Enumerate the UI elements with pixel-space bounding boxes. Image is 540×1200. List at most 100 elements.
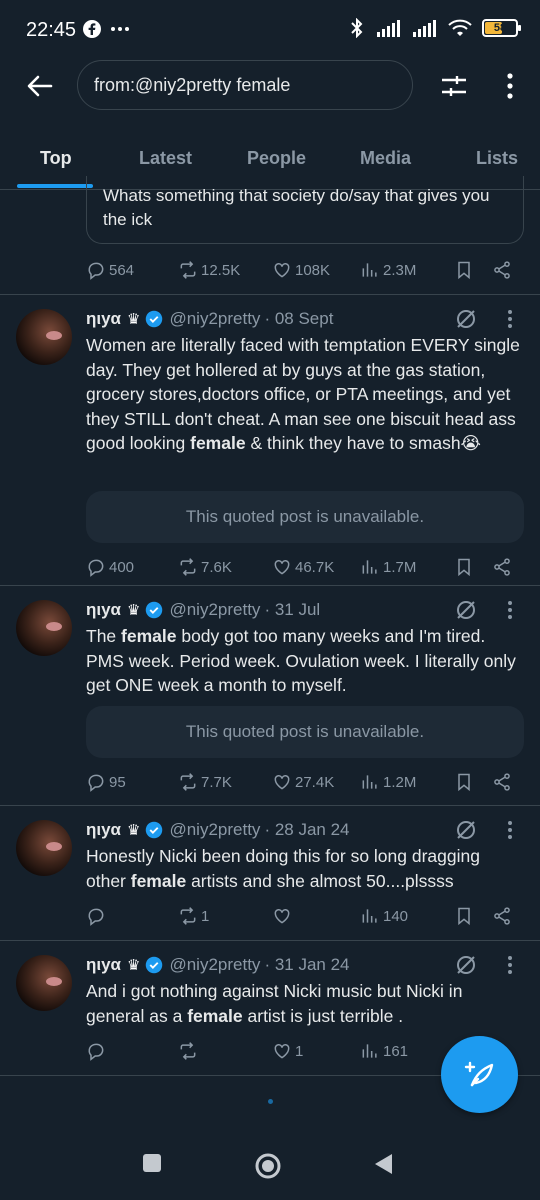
tweet[interactable]: ηιyα ♛ @niy2pretty · 31 Jul The female b… (0, 586, 540, 806)
tab-media[interactable]: Media (360, 148, 411, 169)
search-input[interactable]: from:@niy2pretty female (77, 60, 413, 110)
display-name[interactable]: ηιyα (86, 309, 121, 329)
quoted-post[interactable]: Whats something that society do/say that… (86, 176, 524, 244)
view-count: 161 (383, 1042, 409, 1060)
tab-top[interactable]: Top (40, 148, 72, 169)
search-filter-button[interactable] (434, 66, 474, 106)
compose-feather-icon (464, 1061, 493, 1086)
battery-icon: 58 (482, 19, 521, 37)
repost-icon (180, 907, 196, 925)
repost-button[interactable] (178, 1041, 201, 1061)
views-chart-icon (362, 560, 377, 574)
tweet-actions: 564 12.5K 108K 2.3M (86, 258, 524, 282)
like-button[interactable]: 108K (272, 260, 330, 280)
views-button[interactable]: 1.2M (360, 772, 416, 792)
like-button[interactable]: 46.7K (272, 557, 334, 577)
heart-icon (274, 262, 290, 278)
tab-latest[interactable]: Latest (139, 148, 192, 169)
signal-icon (377, 20, 400, 37)
repost-icon (180, 773, 196, 791)
post-date[interactable]: · 31 Jul (264, 600, 320, 620)
repost-count: 12.5K (201, 261, 241, 279)
tweet-more-icon[interactable] (502, 818, 518, 842)
like-button[interactable] (272, 906, 295, 926)
back-nav-button[interactable] (372, 1152, 394, 1181)
display-name[interactable]: ηιyα (86, 820, 121, 840)
home-button[interactable] (254, 1152, 282, 1185)
bookmark-button[interactable] (454, 772, 474, 792)
verified-badge-icon (146, 310, 163, 328)
view-count: 1.2M (383, 773, 417, 791)
avatar[interactable] (16, 820, 72, 876)
bookmark-button[interactable] (454, 906, 474, 926)
repost-icon (180, 1042, 196, 1060)
username[interactable]: @niy2pretty (169, 820, 260, 840)
grok-icon[interactable] (454, 953, 478, 977)
bookmark-button[interactable] (454, 260, 474, 280)
share-button[interactable] (492, 906, 512, 926)
display-name[interactable]: ηιyα (86, 955, 121, 975)
tweet[interactable]: ηιyα ♛ @niy2pretty · 28 Jan 24 Honestly … (0, 806, 540, 941)
share-button[interactable] (492, 772, 512, 792)
post-date[interactable]: · 28 Jan 24 (264, 820, 349, 840)
like-count: 27.4K (295, 773, 335, 791)
views-chart-icon (362, 775, 377, 789)
avatar[interactable] (16, 955, 72, 1011)
grok-icon[interactable] (454, 307, 478, 331)
username[interactable]: @niy2pretty (169, 955, 260, 975)
tweet-text: Women are literally faced with temptatio… (86, 333, 524, 456)
grok-icon[interactable] (454, 818, 478, 842)
tweet-header: ηιyα ♛ @niy2pretty · 28 Jan 24 (86, 818, 524, 842)
repost-button[interactable]: 7.7K (178, 772, 232, 792)
like-button[interactable]: 1 (272, 1041, 303, 1061)
tweet-text: The female body got too many weeks and I… (86, 624, 524, 698)
repost-button[interactable]: 12.5K (178, 260, 240, 280)
tab-lists[interactable]: Lists (476, 148, 518, 169)
back-button[interactable] (20, 66, 60, 106)
recent-apps-button[interactable] (141, 1152, 163, 1179)
tweet-header: ηιyα ♛ @niy2pretty · 31 Jul (86, 598, 524, 622)
tweet-more-icon[interactable] (502, 598, 518, 622)
share-button[interactable] (492, 557, 512, 577)
username[interactable]: @niy2pretty (169, 600, 260, 620)
tweet[interactable]: Whats something that society do/say that… (0, 176, 540, 295)
more-options-button[interactable] (490, 66, 530, 106)
post-date[interactable]: · 08 Sept (264, 309, 333, 329)
tweet-more-icon[interactable] (502, 953, 518, 977)
views-button[interactable]: 140 (360, 906, 408, 926)
like-button[interactable]: 27.4K (272, 772, 334, 792)
post-date[interactable]: · 31 Jan 24 (264, 955, 349, 975)
repost-button[interactable]: 1 (178, 906, 209, 926)
views-button[interactable]: 161 (360, 1041, 408, 1061)
views-button[interactable]: 1.7M (360, 557, 416, 577)
tab-people[interactable]: People (247, 148, 306, 169)
unavailable-quote: This quoted post is unavailable. (86, 706, 524, 758)
views-button[interactable]: 2.3M (360, 260, 416, 280)
repost-button[interactable]: 7.6K (178, 557, 232, 577)
reply-count: 95 (109, 773, 126, 791)
views-chart-icon (362, 263, 377, 277)
reply-button[interactable] (86, 1041, 109, 1061)
tweet-header: ηιyα ♛ @niy2pretty · 31 Jan 24 (86, 953, 524, 977)
reply-button[interactable]: 95 (86, 772, 126, 792)
avatar[interactable] (16, 600, 72, 656)
like-count: 46.7K (295, 558, 335, 576)
more-dots-icon (111, 27, 129, 31)
display-name[interactable]: ηιyα (86, 600, 121, 620)
like-count: 1 (295, 1042, 304, 1060)
username[interactable]: @niy2pretty (169, 309, 260, 329)
bookmark-icon (458, 773, 470, 792)
tweet-more-icon[interactable] (502, 307, 518, 331)
share-button[interactable] (492, 260, 512, 280)
bookmark-button[interactable] (454, 557, 474, 577)
reply-button[interactable] (86, 906, 109, 926)
active-tab-indicator (17, 184, 93, 188)
grok-icon[interactable] (454, 598, 478, 622)
reply-button[interactable]: 564 (86, 260, 134, 280)
battery-level: 58 (493, 22, 507, 34)
compose-post-button[interactable] (441, 1036, 518, 1113)
reply-button[interactable]: 400 (86, 557, 134, 577)
scroll-dot (268, 1099, 273, 1104)
avatar[interactable] (16, 309, 72, 365)
tweet[interactable]: ηιyα ♛ @niy2pretty · 08 Sept Women are l… (0, 295, 540, 586)
